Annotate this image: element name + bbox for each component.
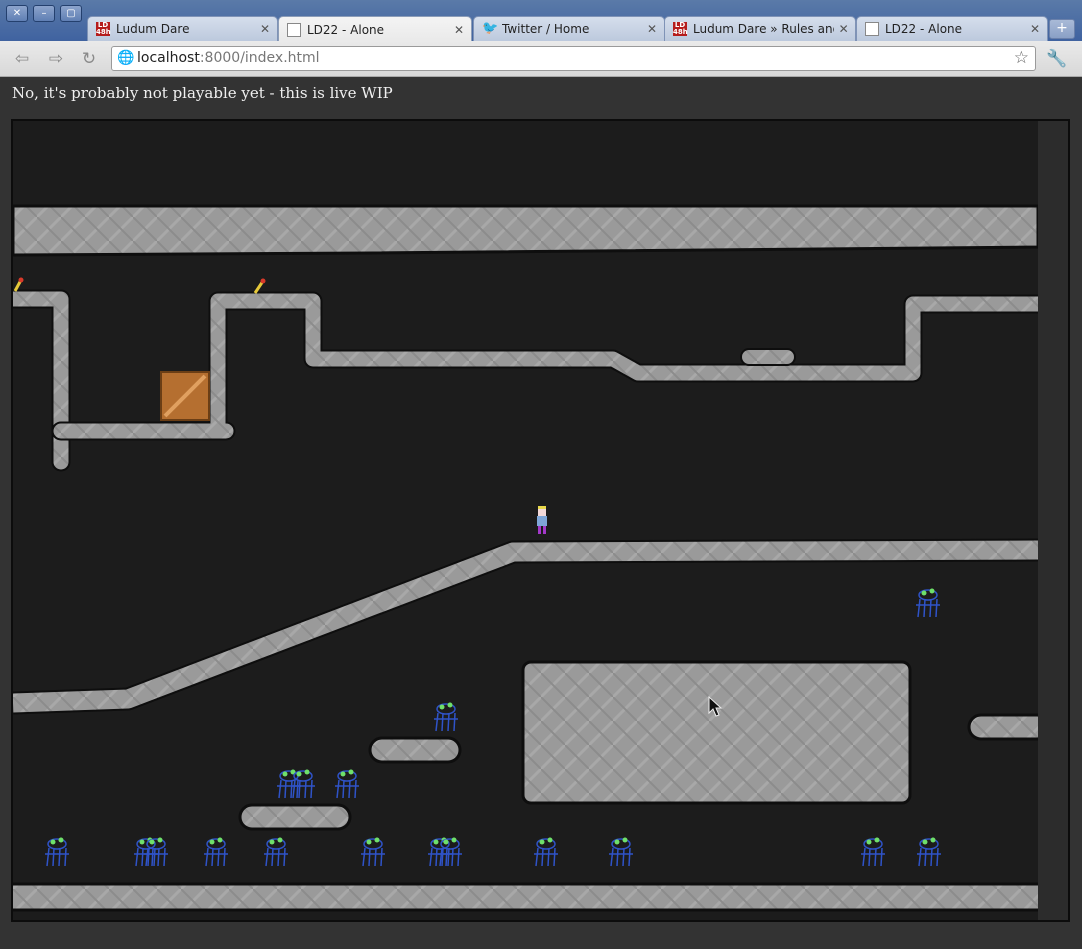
ceiling-platform xyxy=(13,204,1040,257)
tab-ludum-dare-rules[interactable]: LD 48h Ludum Dare » Rules and C ✕ xyxy=(664,16,856,41)
blue-alien-enemy xyxy=(335,769,359,799)
wooden-crate xyxy=(160,371,210,421)
floating-pill-platform xyxy=(238,803,352,831)
twitter-bird-icon: 🐦 xyxy=(482,21,499,36)
blue-alien-enemy xyxy=(45,837,69,867)
tab-label: LD22 - Alone xyxy=(885,22,963,36)
lever-left xyxy=(13,277,24,292)
wrench-menu-icon[interactable]: 🔧 xyxy=(1045,47,1069,71)
tab-ld22-alone[interactable]: LD22 - Alone ✕ xyxy=(856,16,1048,41)
large-rock-block xyxy=(521,660,912,805)
game-canvas[interactable] xyxy=(11,119,1070,922)
player-character xyxy=(537,506,547,534)
minimize-window-button[interactable]: – xyxy=(33,5,55,22)
page-icon xyxy=(287,22,301,37)
blue-alien-enemy xyxy=(609,837,633,867)
tab-label: LD22 - Alone xyxy=(307,22,385,37)
url-text: localhost:8000/index.html xyxy=(137,47,320,70)
page-content: No, it's probably not playable yet - thi… xyxy=(0,77,1082,949)
ludum-dare-icon: LD 48h xyxy=(96,21,111,36)
wip-status-text: No, it's probably not playable yet - thi… xyxy=(12,84,393,102)
back-arrow-icon[interactable]: ⇦ xyxy=(10,47,34,71)
url-host: localhost xyxy=(137,50,200,66)
blue-alien-enemy xyxy=(434,702,458,732)
tab-strip: ✕ – ▢ LD 48h Ludum Dare ✕ LD22 - Alone ✕… xyxy=(0,0,1082,42)
blue-alien-enemy xyxy=(861,837,885,867)
tab-twitter-home[interactable]: 🐦 Twitter / Home ✕ xyxy=(473,16,665,41)
blue-alien-enemy xyxy=(534,837,558,867)
blue-alien-enemy xyxy=(917,837,941,867)
globe-icon: 🌐 xyxy=(117,50,135,66)
reload-icon[interactable]: ↻ xyxy=(77,47,101,71)
small-ledge-platform xyxy=(740,348,796,366)
close-tab-icon[interactable]: ✕ xyxy=(1029,22,1041,36)
url-path: :8000/index.html xyxy=(199,50,320,66)
close-tab-icon[interactable]: ✕ xyxy=(453,23,465,37)
tab-ld22-alone-active[interactable]: LD22 - Alone ✕ xyxy=(278,16,472,42)
browser-window: ✕ – ▢ LD 48h Ludum Dare ✕ LD22 - Alone ✕… xyxy=(0,0,1082,949)
blue-alien-enemy xyxy=(916,588,940,618)
right-stub-platform xyxy=(967,713,1051,741)
close-tab-icon[interactable]: ✕ xyxy=(838,22,849,36)
lever-tower xyxy=(253,278,266,294)
browser-toolbar: ⇦ ⇨ ↻ 🌐 localhost:8000/index.html ☆ xyxy=(0,41,1082,77)
blue-alien-enemy xyxy=(291,769,315,799)
ludum-dare-icon: LD 48h xyxy=(673,21,688,36)
forward-arrow-icon[interactable]: ⇨ xyxy=(44,47,68,71)
game-scene xyxy=(13,204,1051,912)
window-controls: ✕ – ▢ xyxy=(6,5,82,22)
tab-ludum-dare[interactable]: LD 48h Ludum Dare ✕ xyxy=(87,16,278,41)
blue-alien-enemy xyxy=(264,837,288,867)
maximize-window-button[interactable]: ▢ xyxy=(60,5,82,22)
close-tab-icon[interactable]: ✕ xyxy=(259,22,271,36)
tab-label: Twitter / Home xyxy=(502,22,590,36)
close-window-button[interactable]: ✕ xyxy=(6,5,28,22)
tab-label: Ludum Dare xyxy=(116,22,190,36)
bookmark-star-icon[interactable]: ☆ xyxy=(1014,47,1029,70)
blue-alien-enemy xyxy=(204,837,228,867)
page-icon xyxy=(865,22,879,36)
blue-alien-enemy xyxy=(361,837,385,867)
game-side-panel xyxy=(1038,121,1068,920)
tab-label: Ludum Dare » Rules and C xyxy=(693,22,834,36)
close-tab-icon[interactable]: ✕ xyxy=(646,22,658,36)
floor-platform xyxy=(13,882,1045,912)
new-tab-button[interactable]: + xyxy=(1049,19,1075,39)
floating-pill-platform xyxy=(368,736,462,764)
address-bar[interactable]: 🌐 localhost:8000/index.html ☆ xyxy=(111,46,1036,71)
